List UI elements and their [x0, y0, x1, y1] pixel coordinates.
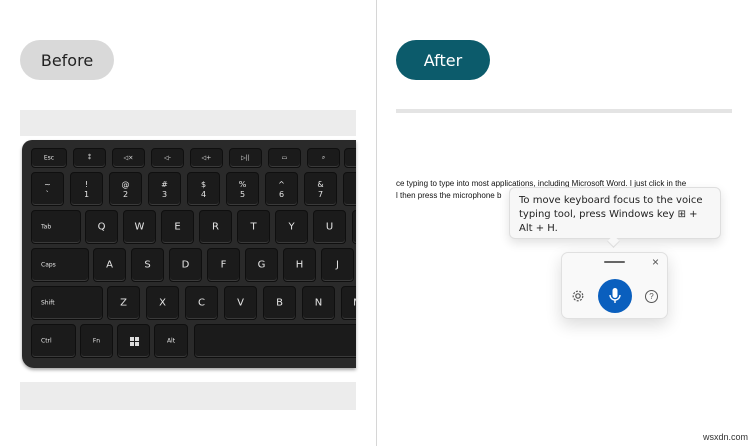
key-esc: Esc — [31, 148, 67, 168]
key-mute: ◁× — [112, 148, 145, 168]
key-num-1: ! 1 — [70, 172, 103, 206]
key-h: H — [283, 248, 316, 282]
key-q: Q — [85, 210, 118, 244]
key-vol-down: ◁- — [151, 148, 184, 168]
key-t: T — [237, 210, 270, 244]
panel-divider — [376, 0, 377, 446]
gear-icon[interactable] — [571, 289, 585, 303]
key-partial-i — [352, 210, 356, 244]
key-x: X — [146, 286, 179, 320]
key-num-6: ^ 6 — [265, 172, 298, 206]
key-num-5: % 5 — [226, 172, 259, 206]
close-icon[interactable]: × — [652, 255, 659, 269]
key-y: Y — [275, 210, 308, 244]
key-c: C — [185, 286, 218, 320]
key-search: ⌕ — [307, 148, 340, 168]
key-num-7: & 7 — [304, 172, 337, 206]
windows-icon — [130, 337, 139, 346]
key-z: Z — [107, 286, 140, 320]
key-space — [194, 324, 356, 358]
key-fn: Fn — [80, 324, 113, 358]
key-r: R — [199, 210, 232, 244]
key-j: J — [321, 248, 354, 282]
key-shift: Shift — [31, 286, 103, 320]
keyboard-top-band — [20, 110, 356, 136]
key-u: U — [313, 210, 346, 244]
key-num-2: @2 — [109, 172, 142, 206]
key-ctrl: Ctrl — [31, 324, 76, 358]
document-top-rule — [396, 109, 732, 113]
key-windows — [117, 324, 150, 358]
key-bluetooth: ⁑ — [73, 148, 106, 168]
drag-handle[interactable] — [604, 261, 625, 263]
before-label: Before — [20, 40, 114, 80]
key-d: D — [169, 248, 202, 282]
key-a: A — [93, 248, 126, 282]
key-f: F — [207, 248, 240, 282]
keyboard-bottom-band — [20, 382, 356, 410]
key-m: M — [341, 286, 356, 320]
key-w: W — [123, 210, 156, 244]
key-play-pause: ▷|| — [229, 148, 262, 168]
voice-typing-tooltip: To move keyboard focus to the voice typi… — [509, 187, 721, 239]
key-num-0: ~ ` — [31, 172, 64, 206]
key-b: B — [263, 286, 296, 320]
key-v: V — [224, 286, 257, 320]
key-n: N — [302, 286, 335, 320]
keyboard-image: Esc⁑◁×◁-◁+▷||▭⌕▭~`!1@2#3$4%5^6&7*8TabQWE… — [22, 140, 356, 368]
key-alt: Alt — [154, 324, 188, 358]
after-label: After — [396, 40, 490, 80]
key-screen: ▭ — [344, 148, 356, 168]
key-num-4: $4 — [187, 172, 220, 206]
key-vol-up: ◁+ — [190, 148, 223, 168]
key-num-3: #3 — [148, 172, 181, 206]
key-num-8: *8 — [343, 172, 356, 206]
key-s: S — [131, 248, 164, 282]
key-media: ▭ — [268, 148, 301, 168]
microphone-icon — [609, 288, 621, 303]
key-tab: Tab — [31, 210, 81, 244]
key-caps: Caps — [31, 248, 89, 282]
key-e: E — [161, 210, 194, 244]
voice-typing-panel[interactable]: × ? — [561, 252, 668, 319]
microphone-button[interactable] — [598, 279, 632, 313]
watermark: wsxdn.com — [702, 432, 748, 442]
help-icon[interactable]: ? — [645, 290, 658, 303]
key-g: G — [245, 248, 278, 282]
